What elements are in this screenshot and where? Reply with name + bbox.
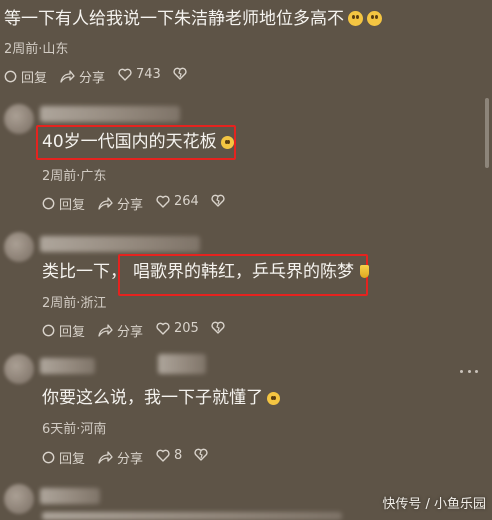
share-button[interactable]: 分享 — [98, 321, 143, 340]
avatar[interactable] — [4, 484, 34, 514]
heart-icon — [156, 322, 170, 335]
comment-meta: 2周前·广东 — [42, 169, 107, 184]
comment-item: 40岁一代国内的天花板 2周前·广东 回复 分享 264 — [0, 96, 492, 222]
share-button[interactable]: 分享 — [60, 67, 105, 86]
username-blurred[interactable] — [40, 358, 95, 374]
dislike-button[interactable] — [211, 321, 225, 334]
avatar[interactable] — [4, 232, 34, 262]
username-blurred[interactable] — [40, 488, 100, 504]
reply-button[interactable]: 回复 — [42, 448, 85, 467]
comment-actions: 回复 分享 264 — [42, 194, 342, 214]
gold-medal-emoji-icon — [360, 265, 369, 278]
comment-meta: 2周前·浙江 — [42, 296, 107, 311]
avatar[interactable] — [4, 104, 34, 134]
watermark: 快传号 / 小鱼乐园 — [382, 497, 486, 512]
username-blurred — [158, 354, 206, 374]
dislike-button[interactable] — [173, 67, 187, 80]
comment-actions: 回复 分享 205 — [42, 321, 342, 341]
like-button[interactable]: 205 — [156, 321, 199, 336]
heart-icon — [118, 68, 132, 81]
comment-meta: 6天前·河南 — [42, 422, 107, 437]
more-options-icon[interactable] — [460, 370, 478, 374]
comment-item: 类比一下， 唱歌界的韩红，乒乓界的陈梦 2周前·浙江 回复 分享 205 — [0, 222, 492, 346]
dislike-button[interactable] — [194, 448, 208, 461]
like-button[interactable]: 8 — [156, 448, 182, 463]
comment-text: 40岁一代国内的天花板 — [42, 130, 234, 154]
comment-item: 你要这么说，我一下子就懂了 6天前·河南 回复 分享 8 — [0, 346, 492, 472]
share-icon — [98, 451, 113, 464]
reply-button[interactable]: 回复 — [42, 194, 85, 213]
like-button[interactable]: 743 — [118, 67, 161, 82]
like-button[interactable]: 264 — [156, 194, 199, 209]
comment-meta: 2周前·山东 — [4, 42, 69, 57]
smile-emoji-icon — [267, 392, 280, 405]
reply-icon — [4, 70, 17, 83]
comment-text: 类比一下， 唱歌界的韩红，乒乓界的陈梦 — [42, 260, 369, 284]
broken-heart-icon — [194, 448, 208, 461]
reply-button[interactable]: 回复 — [4, 67, 47, 86]
broken-heart-icon — [211, 321, 225, 334]
reply-icon — [42, 197, 55, 210]
thinking-emoji-icon — [367, 11, 382, 26]
comment-item: 等一下有人给我说一下朱洁静老师地位多高不 2周前·山东 回复 分享 743 — [0, 0, 492, 96]
thinking-emoji-icon — [348, 11, 363, 26]
share-icon — [60, 70, 75, 83]
laughing-emoji-icon — [220, 136, 234, 149]
share-button[interactable]: 分享 — [98, 194, 143, 213]
avatar[interactable] — [4, 354, 34, 384]
comment-text: 等一下有人给我说一下朱洁静老师地位多高不 — [4, 7, 382, 31]
reply-button[interactable]: 回复 — [42, 321, 85, 340]
reply-icon — [42, 324, 55, 337]
comment-actions: 回复 分享 8 — [42, 448, 342, 468]
username-blurred[interactable] — [40, 106, 180, 122]
comment-actions: 回复 分享 743 — [4, 67, 304, 87]
username-blurred[interactable] — [40, 236, 200, 252]
comment-text-cut-off — [42, 512, 342, 520]
share-icon — [98, 324, 113, 337]
comment-text: 你要这么说，我一下子就懂了 — [42, 386, 280, 410]
heart-icon — [156, 195, 170, 208]
reply-icon — [42, 451, 55, 464]
broken-heart-icon — [173, 67, 187, 80]
dislike-button[interactable] — [211, 194, 225, 207]
share-icon — [98, 197, 113, 210]
broken-heart-icon — [211, 194, 225, 207]
heart-icon — [156, 449, 170, 462]
share-button[interactable]: 分享 — [98, 448, 143, 467]
scrollbar[interactable] — [485, 98, 489, 168]
